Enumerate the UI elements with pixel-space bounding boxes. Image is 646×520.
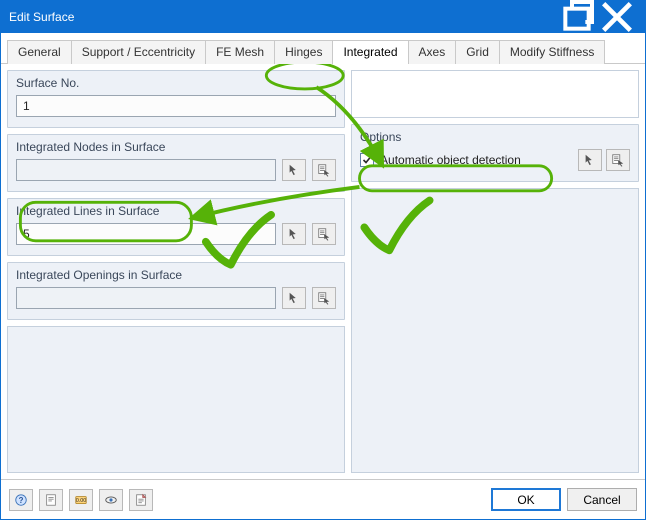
tab-content-integrated: Surface No. Integrated Nodes in Surface	[1, 64, 645, 479]
tab-hinges[interactable]: Hinges	[274, 40, 333, 64]
help-button[interactable]: ?	[9, 489, 33, 511]
label-integrated-lines: Integrated Lines in Surface	[16, 204, 336, 218]
tab-axes[interactable]: Axes	[408, 40, 457, 64]
tab-strip: General Support / Eccentricity FE Mesh H…	[1, 33, 645, 64]
group-options: Options Automatic object detection	[351, 124, 639, 182]
window-title: Edit Surface	[9, 10, 557, 24]
cancel-button[interactable]: Cancel	[567, 488, 637, 511]
close-button[interactable]	[597, 1, 637, 33]
label-options: Options	[360, 130, 630, 144]
surface-no-input[interactable]	[16, 95, 336, 117]
right-filler-panel	[351, 188, 639, 473]
auto-object-detection-label: Automatic object detection	[380, 153, 521, 167]
integrated-lines-input[interactable]	[16, 223, 276, 245]
client-area: General Support / Eccentricity FE Mesh H…	[1, 33, 645, 519]
tab-support-eccentricity[interactable]: Support / Eccentricity	[71, 40, 206, 64]
preview-panel	[351, 70, 639, 118]
pick-nodes-button[interactable]	[282, 159, 306, 181]
label-integrated-openings: Integrated Openings in Surface	[16, 268, 336, 282]
edit-surface-dialog: Edit Surface General Support / Eccentric…	[0, 0, 646, 520]
units-button[interactable]: 0.00	[69, 489, 93, 511]
tab-modify-stiffness[interactable]: Modify Stiffness	[499, 40, 605, 64]
select-lines-button[interactable]	[312, 223, 336, 245]
group-integrated-nodes: Integrated Nodes in Surface	[7, 134, 345, 192]
titlebar: Edit Surface	[1, 1, 645, 33]
pick-lines-button[interactable]	[282, 223, 306, 245]
details-button[interactable]	[39, 489, 63, 511]
label-surface-no: Surface No.	[16, 76, 336, 90]
select-nodes-button[interactable]	[312, 159, 336, 181]
integrated-nodes-input[interactable]	[16, 159, 276, 181]
svg-text:?: ?	[19, 496, 24, 505]
restore-button[interactable]	[557, 1, 597, 33]
report-button[interactable]	[129, 489, 153, 511]
footer: ? 0.00 OK Cancel	[1, 479, 645, 519]
auto-object-detection-checkbox[interactable]	[360, 153, 374, 167]
left-filler-panel	[7, 326, 345, 473]
select-openings-button[interactable]	[312, 287, 336, 309]
group-integrated-openings: Integrated Openings in Surface	[7, 262, 345, 320]
svg-text:0.00: 0.00	[76, 498, 86, 504]
group-integrated-lines: Integrated Lines in Surface	[7, 198, 345, 256]
label-integrated-nodes: Integrated Nodes in Surface	[16, 140, 336, 154]
tab-integrated[interactable]: Integrated	[332, 40, 408, 64]
tab-general[interactable]: General	[7, 40, 72, 64]
pick-openings-button[interactable]	[282, 287, 306, 309]
options-pick-button[interactable]	[578, 149, 602, 171]
tab-fe-mesh[interactable]: FE Mesh	[205, 40, 275, 64]
integrated-openings-input[interactable]	[16, 287, 276, 309]
ok-button[interactable]: OK	[491, 488, 561, 511]
tab-grid[interactable]: Grid	[455, 40, 500, 64]
view-button[interactable]	[99, 489, 123, 511]
options-select-button[interactable]	[606, 149, 630, 171]
group-surface-no: Surface No.	[7, 70, 345, 128]
